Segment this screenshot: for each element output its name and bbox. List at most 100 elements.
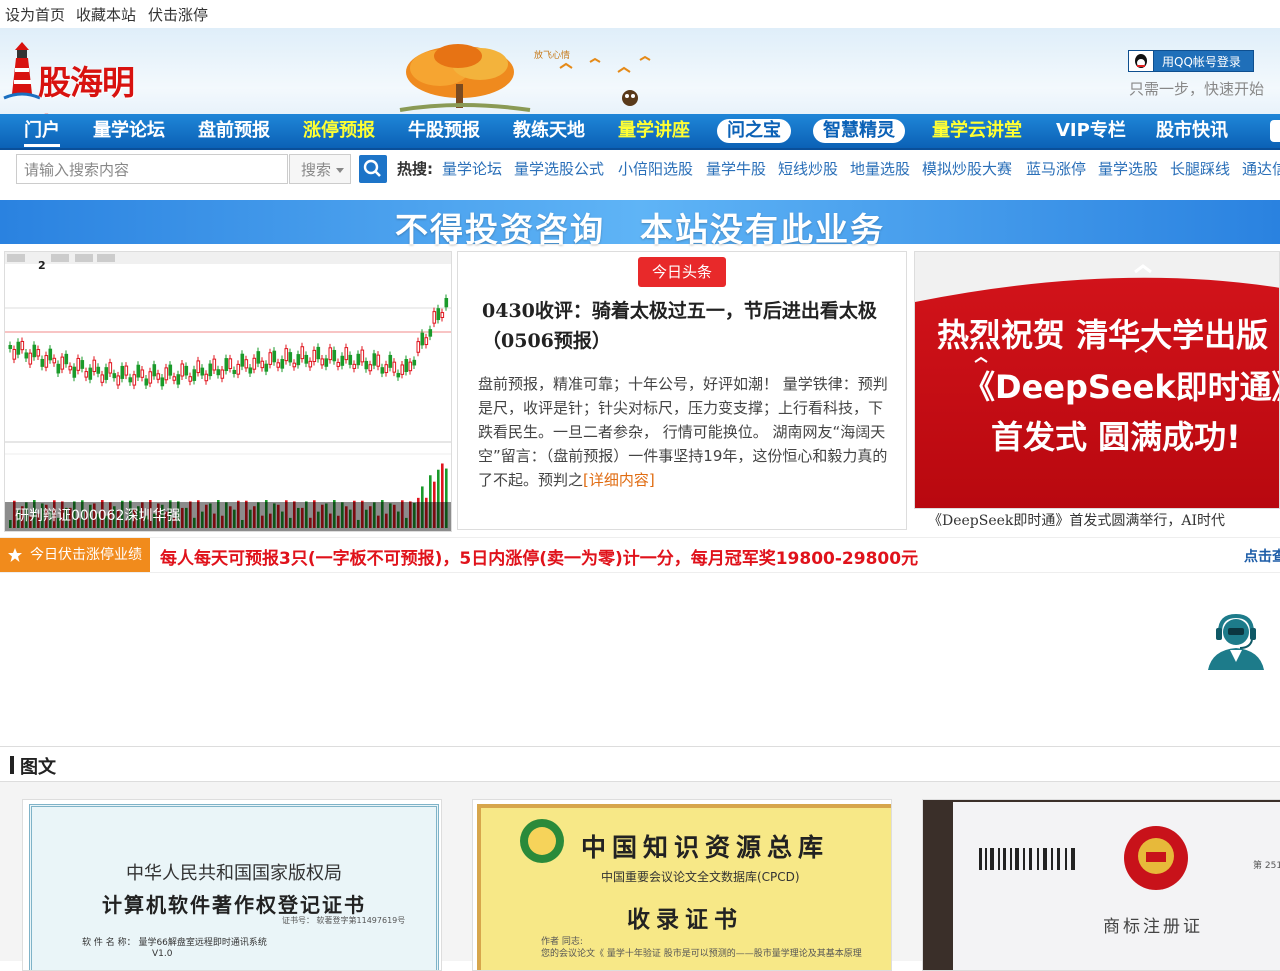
gallery-card-trademark[interactable]: 商标注册证 第 25196271 (922, 799, 1280, 971)
hot-search-link[interactable]: 量学牛股 (706, 158, 766, 179)
candle-body (440, 312, 445, 318)
nav-market-news[interactable]: 股市快讯 (1156, 119, 1228, 143)
candle-body (224, 358, 229, 372)
headline-more-link[interactable]: [详细内容] (583, 471, 655, 489)
candle-body (352, 363, 357, 369)
ticker-label[interactable]: 今日伏击涨停业绩 (0, 538, 150, 572)
hot-search-link[interactable]: 小倍阳选股 (618, 158, 693, 179)
search-type-select[interactable]: 搜索 (289, 154, 351, 184)
candle-body (232, 369, 237, 375)
hot-search-link[interactable]: 模拟炒股大赛 (922, 158, 1012, 179)
candle-body (300, 346, 305, 360)
cert-line: 计算机软件著作权登记证书 (102, 893, 366, 917)
hot-search-link[interactable]: 量学选股公式 (514, 158, 604, 179)
candle-body (404, 359, 409, 373)
hot-search-link[interactable]: 量学选股 (1098, 158, 1158, 179)
candle-body (8, 345, 13, 349)
search-input[interactable]: 请输入搜索内容 (16, 154, 288, 184)
bookmark-site-link[interactable]: 收藏本站 (76, 4, 136, 25)
nav-portal[interactable]: 门户 (24, 119, 60, 147)
national-emblem-icon (1124, 826, 1188, 890)
stock-chart-panel[interactable]: 2 研判辩证000062深圳华强 (4, 251, 452, 532)
image-text-section: 图文 中华人民共和国国家版权局 计算机软件著作权登记证书 证书号： 软著登字第1… (0, 746, 1280, 971)
stock-candlestick-image (5, 252, 451, 528)
nav-wenzhibao[interactable]: 问之宝 (717, 119, 791, 143)
set-homepage-link[interactable]: 设为首页 (5, 4, 65, 25)
certificate-image: 中华人民共和国国家版权局 计算机软件著作权登记证书 证书号： 软著登字第1149… (29, 804, 439, 970)
candle-body (176, 374, 181, 385)
seal-emblem-icon (520, 819, 564, 863)
candle-body (256, 351, 261, 364)
site-logo[interactable]: 股海明灯 (2, 38, 142, 150)
candle-body (328, 347, 333, 361)
gallery-card-cnki[interactable]: 中国知识资源总库 中国重要会议论文全文数据库(CPCD) 收录证书 作者 同志:… (472, 799, 892, 971)
hot-search-link[interactable]: 通达信 (1242, 158, 1280, 179)
candle-body (332, 349, 337, 362)
candle-body (248, 367, 253, 374)
nav-cloud-lecture[interactable]: 量学云讲堂 (932, 119, 1022, 143)
hot-search-link[interactable]: 地量选股 (850, 158, 910, 179)
nav-forum[interactable]: 量学论坛 (93, 119, 165, 143)
candle-body (344, 347, 349, 361)
promo-caption[interactable]: 《DeepSeek即时通》首发式圆满举行，AI时代 (928, 510, 1225, 530)
promo-line-2: 《DeepSeek即时通》 (963, 368, 1280, 406)
candle-body (212, 358, 217, 371)
candle-body (416, 341, 421, 353)
candle-body (220, 369, 225, 379)
nav-coach-world[interactable]: 教练天地 (513, 119, 585, 143)
candle-body (384, 364, 389, 374)
cert-line: 中国知识资源总库 (581, 833, 830, 862)
candle-body (312, 349, 317, 363)
search-type-label: 搜索 (301, 161, 332, 179)
candle-body (144, 378, 149, 386)
customer-service-icon[interactable] (1204, 610, 1268, 672)
candle-body (400, 364, 405, 375)
candle-body (180, 363, 185, 377)
candle-body (48, 348, 53, 361)
cert-line: 中国重要会议论文全文数据库(CPCD) (601, 870, 800, 884)
candle-body (120, 365, 125, 379)
cert-line: 您的会议论文《 量学十年验证 股市是可以预测的——股市量学理论及其基本原理 (541, 949, 862, 959)
headline-title[interactable]: 0430收评：骑着太极过五一，节后进出看太极（0506预报） (482, 296, 892, 356)
candle-body (360, 349, 365, 363)
hot-search-label: 热搜: (397, 160, 433, 178)
nav-premarket-forecast[interactable]: 盘前预报 (198, 119, 270, 143)
nav-more-icon[interactable] (1270, 120, 1280, 142)
nav-limit-up-forecast[interactable]: 涨停预报 (303, 119, 375, 143)
candle-body (308, 360, 313, 368)
nav-bull-stock-forecast[interactable]: 牛股预报 (408, 119, 480, 143)
candle-body (148, 371, 153, 384)
hot-search-link[interactable]: 蓝马涨停 (1026, 158, 1086, 179)
candle-body (112, 373, 117, 379)
search-button[interactable] (359, 155, 387, 183)
gallery-card-copyright[interactable]: 中华人民共和国国家版权局 计算机软件著作权登记证书 证书号： 软著登字第1149… (22, 799, 442, 971)
qq-login-button[interactable]: 用QQ帐号登录 (1128, 50, 1254, 72)
nav-smart-genie[interactable]: 智慧精灵 (813, 119, 905, 143)
nav-lectures[interactable]: 量学讲座 (618, 119, 690, 143)
candle-body (436, 308, 441, 321)
ambush-limit-up-link[interactable]: 伏击涨停 (148, 4, 208, 25)
candle-body (280, 359, 285, 369)
candle-body (184, 365, 189, 376)
candle-body (32, 344, 37, 358)
candle-body (240, 353, 245, 367)
notice-banner-text: 不得投资咨询 本站没有此业务 (395, 210, 885, 249)
cert-line: 第 25196271 (1253, 861, 1280, 871)
cert-line: 收录证书 (627, 907, 743, 933)
ticker-more-link[interactable]: 点击查 (1244, 546, 1280, 566)
hot-search-link[interactable]: 短线炒股 (778, 158, 838, 179)
candle-body (392, 361, 397, 373)
nav-vip-column[interactable]: VIP专栏 (1056, 119, 1126, 143)
candle-body (412, 359, 417, 366)
headline-badge: 今日头条 (638, 257, 726, 287)
candle-body (288, 352, 293, 363)
qq-login-hint: 只需一步，快速开始 (1129, 80, 1265, 98)
chart-caption[interactable]: 研判辩证000062深圳华强 (5, 502, 451, 531)
hot-search-link[interactable]: 量学论坛 (442, 158, 502, 179)
hot-search-link[interactable]: 长腿踩线 (1170, 158, 1230, 179)
promo-banner-image[interactable]: 热烈祝贺 清华大学出版 《DeepSeek即时通》 首发式 圆满成功! (914, 251, 1280, 509)
candle-body (200, 367, 205, 376)
star-icon (8, 548, 22, 562)
candle-body (72, 366, 77, 378)
barcode-icon (979, 848, 1075, 870)
